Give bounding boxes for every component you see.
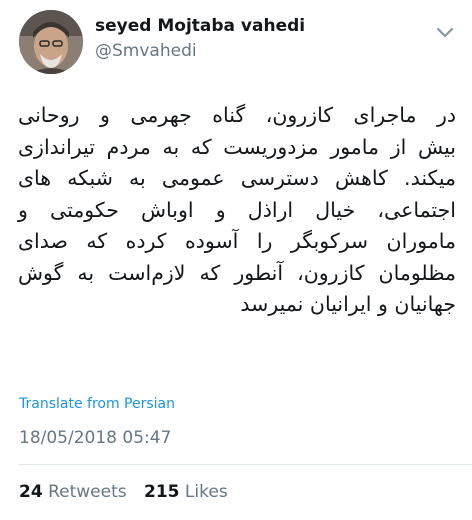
tweet-text-line: ماموران سرکوبگر را آسوده کرده که صدای [18,229,456,253]
tweet-stats: 24 Retweets 215 Likes [19,482,240,502]
tweet-text-line: در ماجرای کازرون، گناه جهرمی و روحانی [18,103,456,127]
avatar[interactable] [19,10,83,74]
tweet-text-line: مظلومان کازرون، آنطور که لازم‌است به گوش [18,260,456,285]
tweet-text-line: جهانیان و ایرانیان نمیرسد [240,292,456,316]
tweet-text-line: بیش از مامور مزدوریست که به مردم تیراندا… [18,134,456,159]
tweet-text-line: اجتماعی، خیال اراذل و اوباش حکومتی و [18,197,456,222]
likes-stat[interactable]: 215 Likes [144,482,228,502]
likes-label: Likes [184,482,228,502]
tweet-text-line: میکند. کاهش دسترسی عمومی به شبکه های [18,166,456,190]
avatar-image [19,10,83,74]
likes-count: 215 [144,482,180,502]
tweet-timestamp[interactable]: 18/05/2018 05:47 [19,428,171,448]
retweets-count: 24 [19,482,43,502]
tweet-text: در ماجرای کازرون، گناه جهرمی و روحانی بی… [18,100,456,321]
display-name[interactable]: seyed Mojtaba vahedi [95,16,305,36]
user-handle[interactable]: @Smvahedi [95,41,197,61]
retweets-stat[interactable]: 24 Retweets [19,482,127,502]
divider [19,464,472,465]
translate-link[interactable]: Translate from Persian [19,396,175,412]
tweet-card: seyed Mojtaba vahedi @Smvahedi در ماجرای… [0,0,472,520]
chevron-down-icon[interactable] [435,22,455,42]
retweets-label: Retweets [48,482,127,502]
